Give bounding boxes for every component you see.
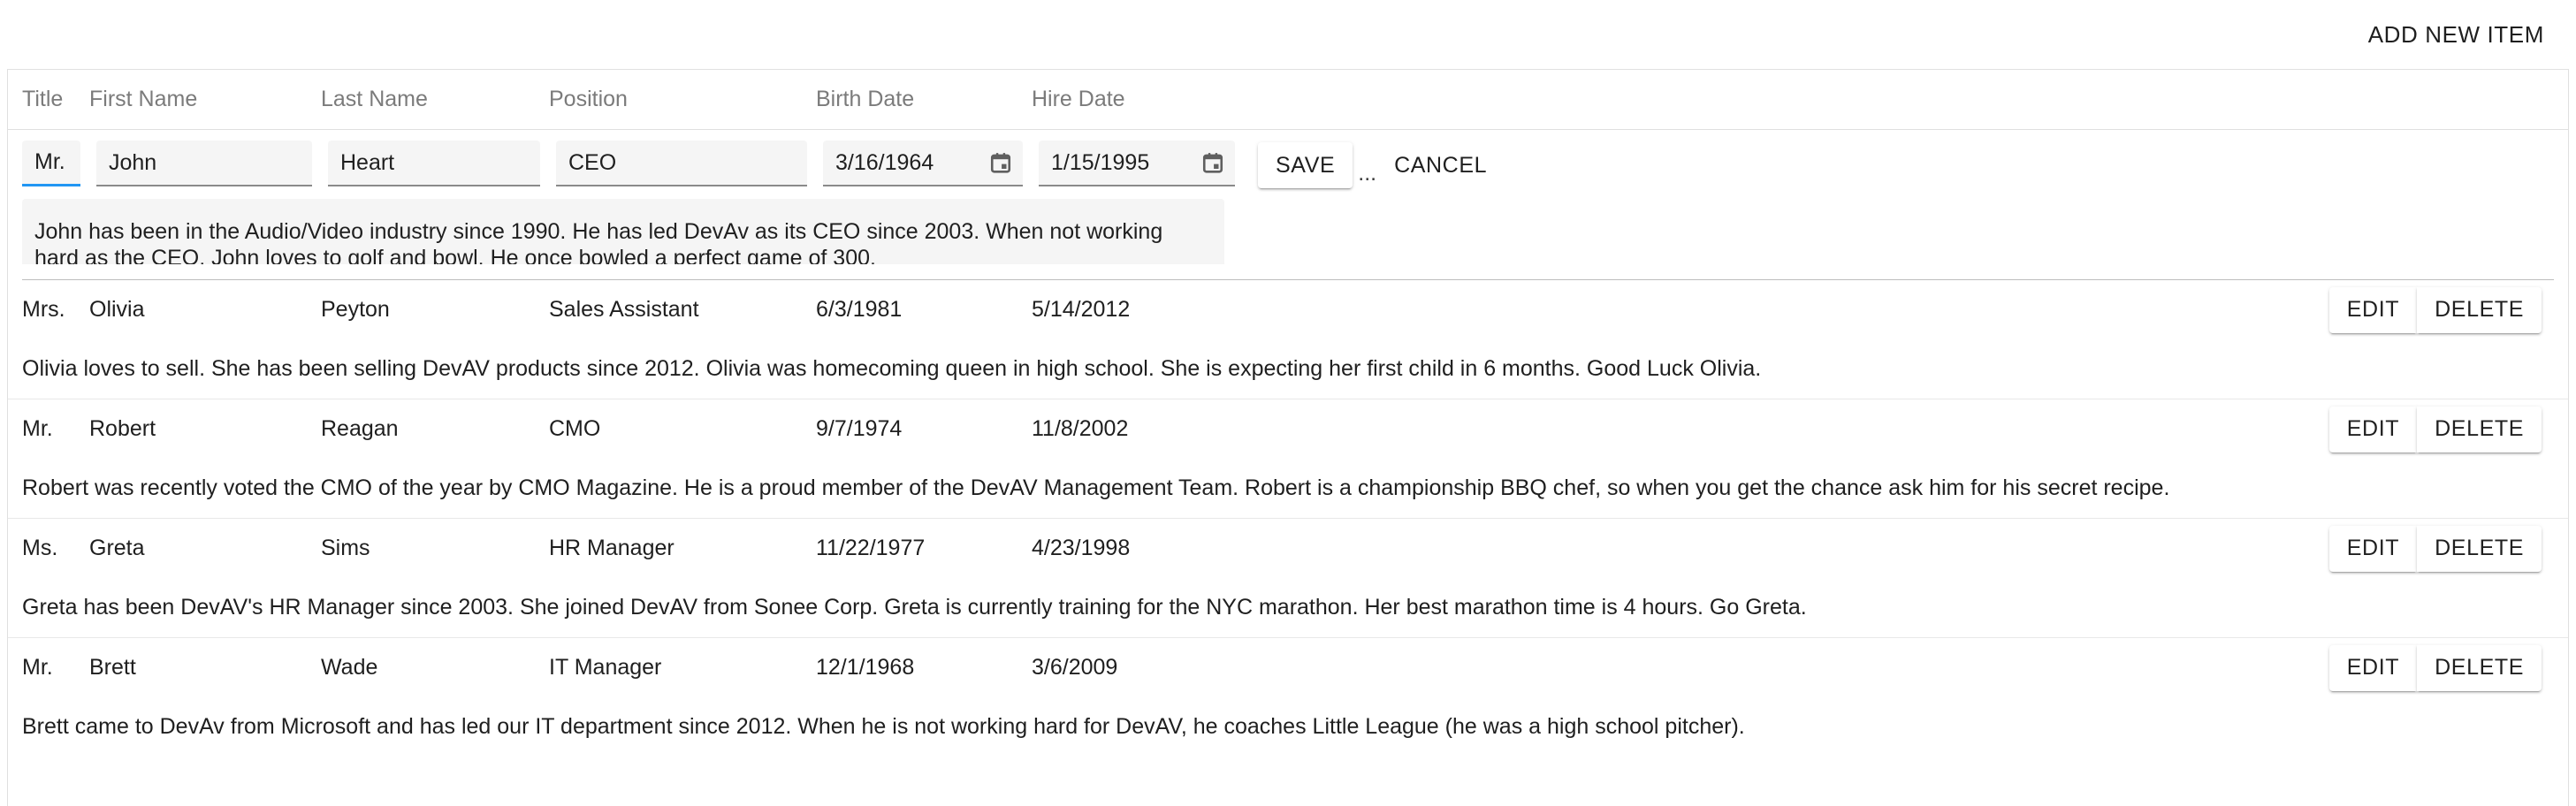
edit-button[interactable]: EDIT [2328, 406, 2418, 452]
cell-birth-date: 6/3/1981 [816, 297, 903, 322]
edit-button[interactable]: EDIT [2328, 525, 2418, 572]
cell-last-name: Reagan [321, 416, 399, 441]
cell-last-name: Sims [321, 536, 370, 560]
column-header-title[interactable]: Title [22, 87, 89, 112]
cell-position: Sales Assistant [549, 297, 699, 322]
cell-first-name: Olivia [89, 297, 145, 322]
row-actions: EDIT DELETE [1242, 644, 2568, 691]
data-grid-page: ADD NEW ITEM Title First Name Last Name … [0, 0, 2576, 806]
detail-notes: Greta has been DevAV's HR Manager since … [22, 595, 1807, 620]
notes-textarea[interactable]: John has been in the Audio/Video industr… [22, 199, 1224, 264]
delete-button[interactable]: DELETE [2417, 286, 2542, 333]
field-position [556, 141, 807, 186]
detail-row: Greta has been DevAV's HR Manager since … [8, 578, 2568, 637]
detail-notes: Brett came to DevAv from Microsoft and h… [22, 714, 1745, 739]
edit-button[interactable]: EDIT [2328, 644, 2418, 691]
cell-position: HR Manager [549, 536, 674, 560]
cell-hire-date: 4/23/1998 [1032, 536, 1131, 560]
edit-row-actions: SAVE ... CANCEL [1258, 141, 1499, 188]
calendar-icon[interactable] [1201, 151, 1224, 174]
column-header-last-name[interactable]: Last Name [321, 87, 549, 112]
cell-hire-date: 3/6/2009 [1032, 655, 1118, 680]
column-header-position[interactable]: Position [549, 87, 816, 112]
cancel-button[interactable]: CANCEL [1382, 142, 1499, 188]
cell-last-name: Wade [321, 655, 378, 680]
cell-first-name: Greta [89, 536, 145, 560]
delete-button[interactable]: DELETE [2417, 525, 2542, 572]
grid-toolbar: ADD NEW ITEM [0, 0, 2576, 69]
table-row[interactable]: Mr. Brett Wade IT Manager 12/1/1968 3/6/… [8, 638, 2568, 697]
column-header-first-name[interactable]: First Name [89, 87, 321, 112]
cell-last-name: Peyton [321, 297, 390, 322]
cell-title: Mr. [22, 655, 53, 680]
delete-button[interactable]: DELETE [2417, 644, 2542, 691]
row-actions: EDIT DELETE [1242, 406, 2568, 452]
cell-title: Mrs. [22, 297, 65, 322]
cell-birth-date: 11/22/1977 [816, 536, 926, 560]
cell-title: Mr. [22, 416, 53, 441]
save-button[interactable]: SAVE [1258, 142, 1353, 188]
first-name-input[interactable] [96, 141, 312, 186]
row-actions: EDIT DELETE [1242, 525, 2568, 572]
grid-edit-detail: John has been in the Audio/Video industr… [22, 199, 2554, 280]
cell-hire-date: 5/14/2012 [1032, 297, 1131, 322]
edit-button[interactable]: EDIT [2328, 286, 2418, 333]
cell-first-name: Brett [89, 655, 136, 680]
add-new-item-button[interactable]: ADD NEW ITEM [2361, 12, 2551, 57]
cell-birth-date: 12/1/1968 [816, 655, 915, 680]
row-actions: EDIT DELETE [1242, 286, 2568, 333]
detail-row: Olivia loves to sell. She has been selli… [8, 339, 2568, 399]
detail-row: Brett came to DevAv from Microsoft and h… [8, 697, 2568, 757]
column-header-hire-date[interactable]: Hire Date [1032, 87, 1242, 112]
cell-birth-date: 9/7/1974 [816, 416, 903, 441]
table-row[interactable]: Mr. Robert Reagan CMO 9/7/1974 11/8/2002… [8, 399, 2568, 459]
field-title [22, 141, 80, 186]
grid-body: Mrs. Olivia Peyton Sales Assistant 6/3/1… [8, 280, 2568, 757]
cell-hire-date: 11/8/2002 [1032, 416, 1129, 441]
field-birth-date [823, 141, 1023, 186]
grid-header-row: Title First Name Last Name Position Birt… [8, 70, 2568, 130]
table-row[interactable]: Ms. Greta Sims HR Manager 11/22/1977 4/2… [8, 519, 2568, 578]
overflow-separator: ... [1358, 161, 1377, 186]
grid-edit-row: SAVE ... CANCEL [8, 130, 2568, 188]
field-hire-date [1039, 141, 1235, 186]
field-first-name [96, 141, 312, 186]
data-grid: Title First Name Last Name Position Birt… [7, 69, 2569, 806]
cell-first-name: Robert [89, 416, 156, 441]
column-header-birth-date[interactable]: Birth Date [816, 87, 1032, 112]
title-input[interactable] [22, 141, 80, 186]
detail-notes: Robert was recently voted the CMO of the… [22, 475, 2170, 500]
table-row[interactable]: Mrs. Olivia Peyton Sales Assistant 6/3/1… [8, 280, 2568, 339]
detail-row: Robert was recently voted the CMO of the… [8, 459, 2568, 518]
cell-position: IT Manager [549, 655, 662, 680]
position-input[interactable] [556, 141, 807, 186]
cell-title: Ms. [22, 536, 58, 560]
field-last-name [328, 141, 540, 186]
calendar-icon[interactable] [989, 151, 1012, 174]
cell-position: CMO [549, 416, 601, 441]
last-name-input[interactable] [328, 141, 540, 186]
detail-notes: Olivia loves to sell. She has been selli… [22, 356, 1762, 381]
delete-button[interactable]: DELETE [2417, 406, 2542, 452]
